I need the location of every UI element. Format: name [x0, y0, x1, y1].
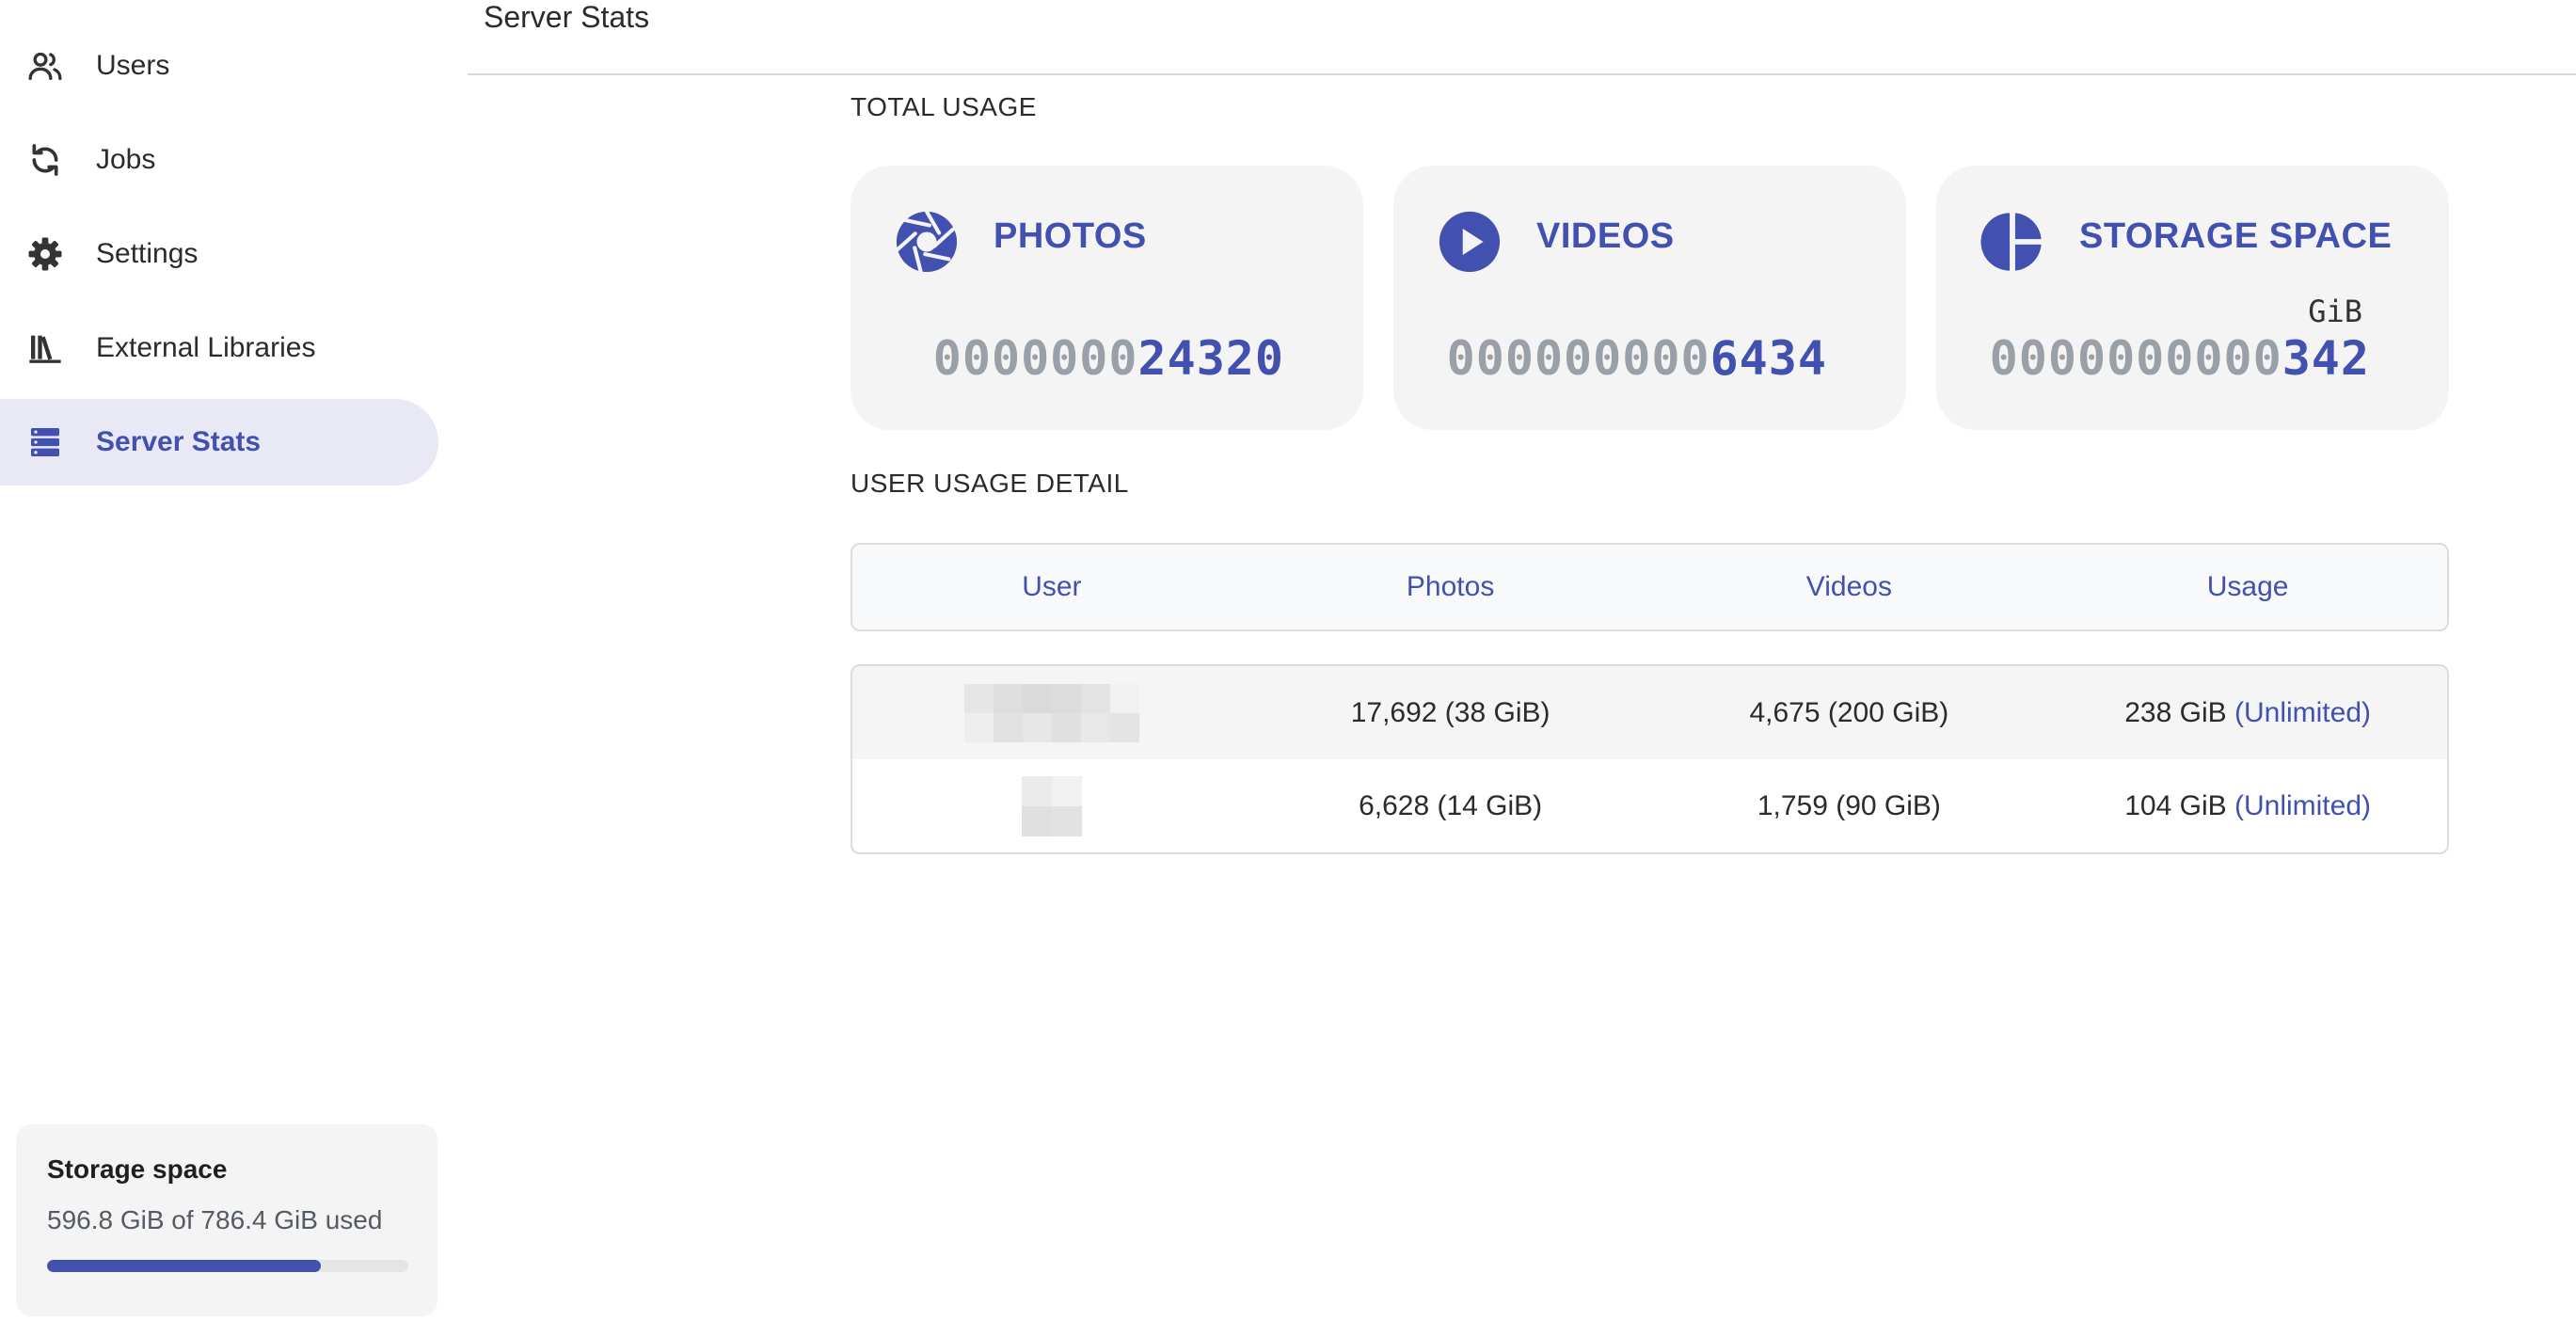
- usage-value: 238 GiB: [2124, 696, 2227, 728]
- header-divider: [468, 73, 2576, 75]
- storage-title: Storage space: [47, 1154, 228, 1184]
- sidebar-item-label: External Libraries: [96, 332, 316, 363]
- leading-zeros: 0000000: [932, 331, 1138, 386]
- aperture-icon: [894, 209, 960, 275]
- users-icon: [26, 47, 64, 85]
- usage-table-header: User Photos Videos Usage: [851, 543, 2449, 631]
- play-circle-icon: [1437, 209, 1503, 275]
- usage-cell: 104 GiB (Unlimited): [2048, 790, 2447, 822]
- leading-zeros: 000000000: [1446, 331, 1710, 386]
- table-row: 6,628 (14 GiB) 1,759 (90 GiB) 104 GiB (U…: [852, 759, 2447, 852]
- sidebar-item-label: Server Stats: [96, 426, 262, 457]
- storage-card-unit: GiB: [2308, 294, 2362, 329]
- videos-stat-card: VIDEOS 0000000006434: [1393, 166, 1906, 430]
- sidebar-item-settings[interactable]: Settings: [0, 211, 438, 297]
- quota-value: (Unlimited): [2234, 789, 2372, 821]
- videos-count: 0000000006434: [1447, 330, 1827, 387]
- sidebar-item-label: Jobs: [96, 144, 156, 175]
- usage-table-body: 17,692 (38 GiB) 4,675 (200 GiB) 238 GiB …: [851, 664, 2449, 854]
- user-cell: [852, 683, 1251, 742]
- server-icon: [26, 423, 64, 461]
- photos-card-title: PHOTOS: [994, 216, 1147, 256]
- count-value: 24320: [1137, 331, 1284, 386]
- storage-count: 0000000000342: [1990, 330, 2370, 387]
- quota-value: (Unlimited): [2234, 696, 2372, 728]
- storage-stat-card: STORAGE SPACE GiB 0000000000342: [1936, 166, 2449, 430]
- column-header-photos: Photos: [1406, 571, 1495, 602]
- photos-cell: 6,628 (14 GiB): [1359, 789, 1543, 821]
- sidebar: Users Jobs Settings External Libraries S…: [0, 0, 447, 1321]
- user-usage-detail-label: USER USAGE DETAIL: [851, 469, 1129, 498]
- pixelated-user-name: [963, 683, 1139, 742]
- sidebar-item-label: Settings: [96, 238, 199, 269]
- column-header-user: User: [1022, 571, 1082, 602]
- sidebar-item-jobs[interactable]: Jobs: [0, 117, 438, 203]
- sidebar-item-label: Users: [96, 50, 170, 81]
- count-value: 342: [2282, 331, 2370, 386]
- column-header-videos: Videos: [1805, 571, 1892, 602]
- library-icon: [26, 329, 64, 367]
- storage-space-card: Storage space 596.8 GiB of 786.4 GiB use…: [16, 1124, 437, 1316]
- total-usage-label: TOTAL USAGE: [851, 92, 1037, 121]
- user-cell: [852, 775, 1251, 836]
- leading-zeros: 0000000000: [1989, 331, 2282, 386]
- column-header-usage: Usage: [2206, 571, 2289, 602]
- photos-cell: 17,692 (38 GiB): [1350, 696, 1550, 728]
- photos-count: 000000024320: [933, 330, 1284, 387]
- storage-progress-bar: [47, 1260, 408, 1272]
- storage-usage-text: 596.8 GiB of 786.4 GiB used: [47, 1205, 383, 1234]
- storage-card-title: STORAGE SPACE: [2079, 216, 2393, 256]
- gear-icon: [26, 235, 64, 273]
- pixelated-user-name: [1021, 775, 1082, 836]
- usage-cell: 238 GiB (Unlimited): [2048, 697, 2447, 729]
- sidebar-item-users[interactable]: Users: [0, 23, 438, 109]
- storage-progress-fill: [47, 1260, 322, 1272]
- pie-chart-icon: [1980, 209, 2045, 275]
- videos-cell: 1,759 (90 GiB): [1757, 789, 1941, 821]
- page-title: Server Stats: [484, 0, 650, 34]
- sidebar-item-server-stats[interactable]: Server Stats: [0, 399, 438, 485]
- sync-icon: [26, 141, 64, 179]
- sidebar-item-external-libraries[interactable]: External Libraries: [0, 305, 438, 391]
- videos-card-title: VIDEOS: [1536, 216, 1675, 256]
- photos-stat-card: PHOTOS 000000024320: [851, 166, 1363, 430]
- count-value: 6434: [1709, 331, 1827, 386]
- usage-value: 104 GiB: [2124, 789, 2227, 821]
- table-row: 17,692 (38 GiB) 4,675 (200 GiB) 238 GiB …: [852, 666, 2447, 759]
- videos-cell: 4,675 (200 GiB): [1749, 696, 1949, 728]
